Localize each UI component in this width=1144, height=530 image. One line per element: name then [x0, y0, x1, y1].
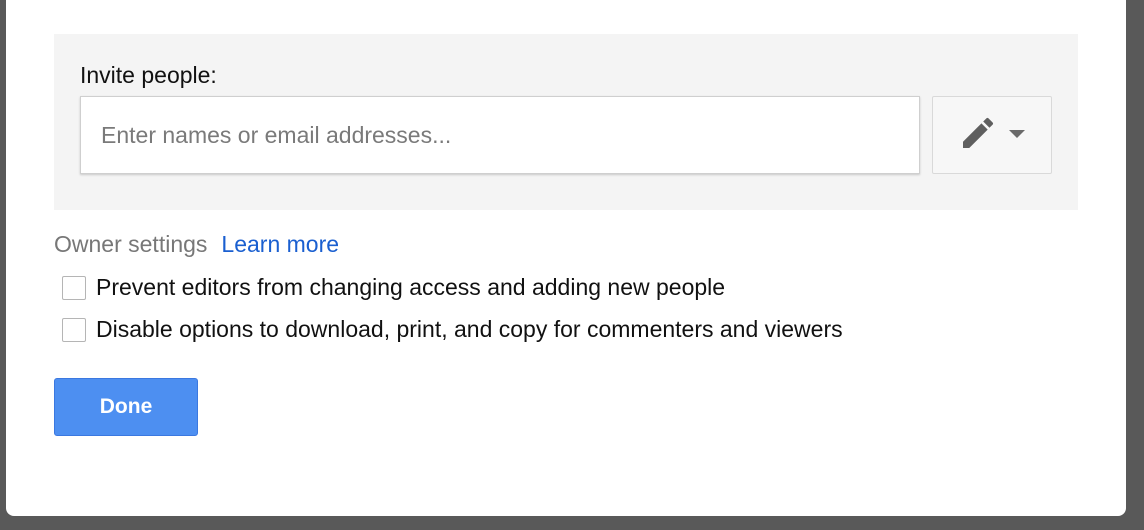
invite-input-container[interactable] — [80, 96, 920, 174]
disable-download-checkbox[interactable] — [62, 317, 86, 342]
prevent-editors-option[interactable]: Prevent editors from changing access and… — [62, 274, 725, 301]
invite-input[interactable] — [99, 120, 901, 150]
invite-label: Invite people: — [80, 62, 217, 88]
disable-download-option[interactable]: Disable options to download, print, and … — [62, 316, 843, 343]
prevent-editors-checkbox[interactable] — [62, 275, 86, 300]
learn-more-link[interactable]: Learn more — [221, 231, 339, 258]
done-button[interactable]: Done — [54, 378, 198, 436]
owner-settings-row: Owner settings Learn more — [54, 231, 339, 258]
sharing-dialog: Invite people: Owner settings Learn more… — [6, 0, 1126, 516]
disable-download-label: Disable options to download, print, and … — [96, 316, 843, 342]
caret-down-icon — [1008, 126, 1026, 144]
pencil-icon — [958, 113, 998, 158]
invite-panel: Invite people: — [54, 34, 1078, 210]
prevent-editors-label: Prevent editors from changing access and… — [96, 274, 726, 300]
owner-settings-label: Owner settings — [54, 231, 208, 257]
permission-dropdown-button[interactable] — [932, 96, 1052, 174]
